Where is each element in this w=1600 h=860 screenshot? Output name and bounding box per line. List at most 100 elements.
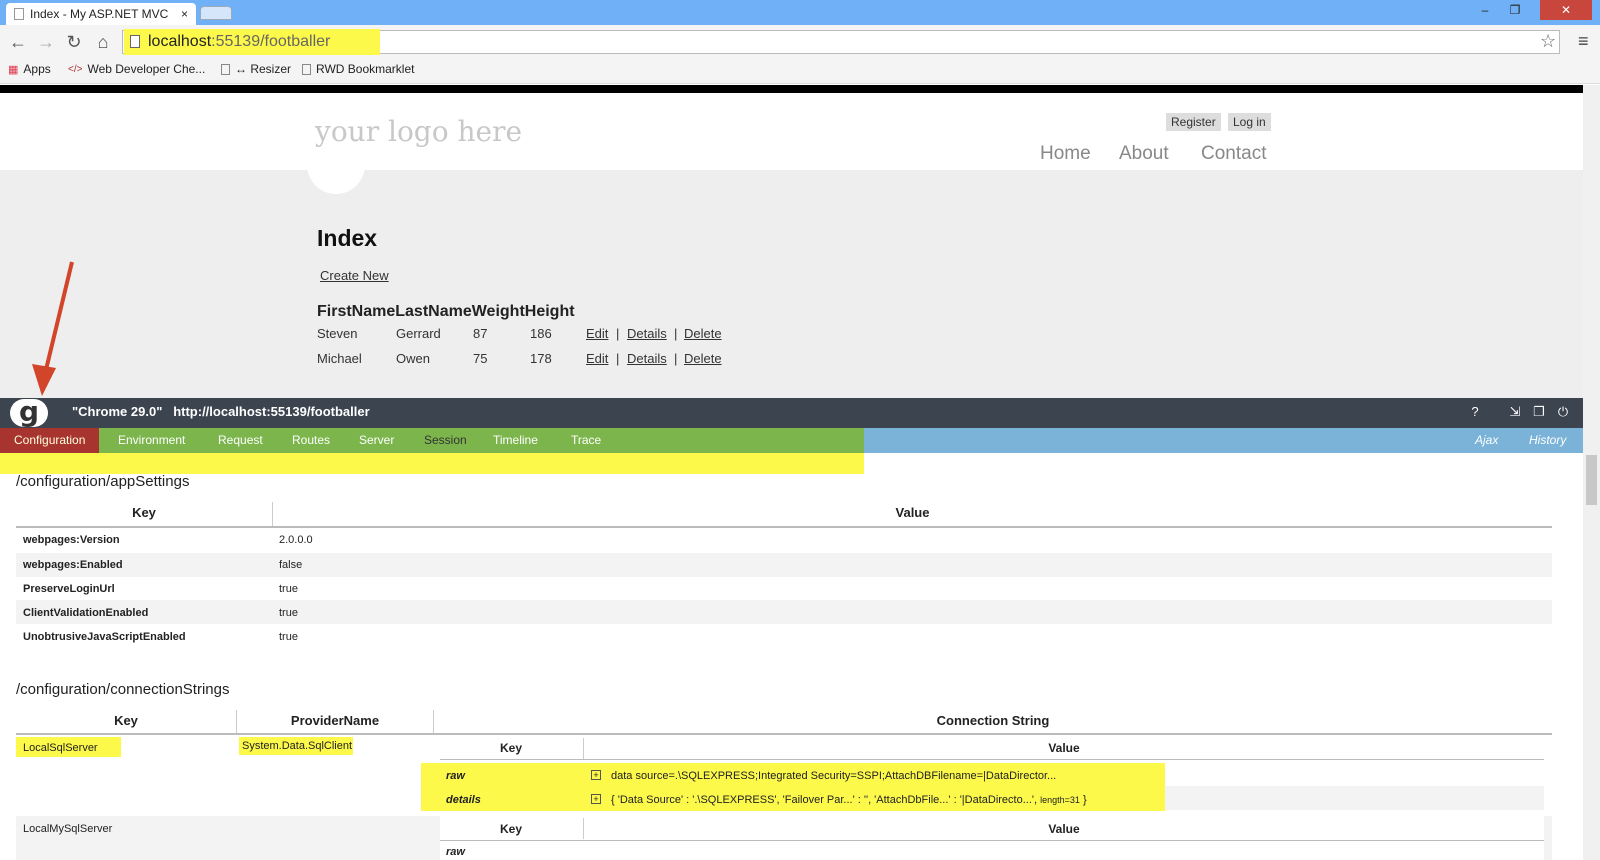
site-header	[0, 93, 1583, 170]
raw-value: data source=.\SQLEXPRESS;Integrated Secu…	[611, 770, 1057, 782]
details-value: { 'Data Source' : '.\SQLEXPRESS', 'Failo…	[611, 794, 1087, 806]
column-divider	[236, 710, 237, 734]
site-logo[interactable]: your logo here	[315, 115, 522, 148]
conn-key: LocalSqlServer	[23, 742, 98, 754]
bookmark-rwd[interactable]: RWD Bookmarklet	[302, 62, 414, 76]
nav-contact[interactable]: Contact	[1201, 143, 1266, 165]
setting-value: true	[279, 607, 298, 619]
tab-close-icon[interactable]: ×	[181, 7, 188, 21]
tab-request[interactable]: Request	[204, 428, 277, 453]
url-text[interactable]: localhost:55139/footballer	[148, 33, 330, 51]
column-divider	[272, 502, 273, 526]
col-lastname: LastName	[395, 303, 472, 320]
minimize-button[interactable]: –	[1470, 0, 1500, 20]
table-header: FirstName LastName Weight Height	[317, 303, 575, 321]
page-title: Index	[317, 225, 378, 251]
register-link[interactable]: Register	[1166, 113, 1221, 131]
code-icon: </>	[68, 63, 83, 75]
sub-value-header: Value	[1048, 822, 1080, 836]
login-link[interactable]: Log in	[1228, 113, 1271, 131]
raw-label: raw	[446, 846, 465, 858]
power-icon[interactable]: ⏻	[1554, 404, 1572, 420]
glimpse-logo-icon[interactable]: g	[10, 398, 48, 427]
tab-trace[interactable]: Trace	[557, 428, 615, 453]
setting-key: webpages:Version	[23, 534, 120, 546]
page-icon	[302, 63, 311, 75]
home-icon[interactable]: ⌂	[93, 32, 113, 52]
row-stripe	[16, 553, 1552, 577]
bookmark-apps[interactable]: ▦ Apps	[8, 62, 51, 76]
details-link[interactable]: Details	[627, 351, 667, 366]
column-divider	[583, 818, 584, 839]
forward-arrow-icon[interactable]: →	[36, 32, 56, 52]
title-bar	[0, 0, 1600, 25]
help-icon[interactable]: ?	[1466, 404, 1484, 419]
tab-history[interactable]: History	[1529, 428, 1566, 453]
header-rule	[16, 733, 1552, 735]
nav-home[interactable]: Home	[1040, 143, 1091, 165]
setting-value: true	[279, 583, 298, 595]
back-arrow-icon[interactable]: ←	[8, 32, 28, 52]
header-rule	[440, 840, 1544, 841]
column-divider	[583, 738, 584, 759]
conn-provider-header: ProviderName	[290, 713, 380, 728]
popout-icon[interactable]: ⇲	[1506, 404, 1524, 420]
expand-icon[interactable]: +	[591, 794, 601, 804]
scrollbar-thumb[interactable]	[1586, 455, 1597, 505]
setting-key: webpages:Enabled	[23, 559, 123, 571]
tab-routes[interactable]: Routes	[278, 428, 344, 453]
edit-link[interactable]: Edit	[586, 326, 608, 341]
row-stripe	[16, 600, 1552, 624]
tab-timeline[interactable]: Timeline	[479, 428, 552, 453]
sub-key-header: Key	[499, 741, 522, 755]
tab-session[interactable]: Session	[410, 428, 481, 453]
connstrings-title: /configuration/connectionStrings	[16, 681, 230, 698]
header-rule	[440, 759, 1544, 760]
tab-server[interactable]: Server	[345, 428, 408, 453]
conn-provider: System.Data.SqlClient	[242, 740, 353, 752]
site-body	[0, 170, 1583, 398]
menu-icon[interactable]: ≡	[1578, 31, 1589, 52]
annotation-arrow-icon	[32, 261, 74, 396]
tab-configuration[interactable]: Configuration	[0, 428, 100, 453]
glimpse-title: "Chrome 29.0" http://localhost:55139/foo…	[72, 404, 370, 419]
delete-link[interactable]: Delete	[684, 326, 722, 341]
page-icon	[14, 8, 24, 20]
page-icon	[130, 35, 140, 48]
maximize-button[interactable]: ❐	[1500, 0, 1530, 20]
setting-value: false	[279, 559, 303, 571]
new-tab-button[interactable]	[200, 6, 232, 20]
tab-environment[interactable]: Environment	[104, 428, 199, 453]
appsettings-key-header: Key	[132, 505, 156, 520]
create-new-link[interactable]: Create New	[320, 268, 389, 283]
setting-value: 2.0.0.0	[279, 534, 313, 546]
col-weight: Weight	[471, 303, 525, 320]
bookmark-webdev[interactable]: </> Web Developer Che...	[68, 62, 205, 76]
delete-link[interactable]: Delete	[684, 351, 722, 366]
browser-tab[interactable]: Index - My ASP.NET MVC ×	[6, 3, 196, 25]
page-icon	[221, 63, 230, 75]
setting-value: true	[279, 631, 298, 643]
details-label: details	[446, 794, 481, 806]
bookmark-star-icon[interactable]: ☆	[1540, 31, 1556, 52]
tab-title: Index - My ASP.NET MVC	[30, 7, 169, 21]
expand-icon[interactable]: +	[591, 770, 601, 780]
setting-key: UnobtrusiveJavaScriptEnabled	[23, 631, 186, 643]
restore-icon[interactable]: ❐	[1530, 404, 1548, 420]
edit-link[interactable]: Edit	[586, 351, 608, 366]
page-top-bar	[0, 85, 1583, 93]
bookmark-resizer[interactable]: ↔ Resizer	[221, 62, 291, 76]
col-height: Height	[524, 303, 575, 320]
tab-ajax[interactable]: Ajax	[1475, 428, 1498, 453]
close-window-button[interactable]: ✕	[1540, 0, 1592, 20]
appsettings-title: /configuration/appSettings	[16, 473, 190, 490]
reload-icon[interactable]: ↻	[64, 32, 84, 52]
sub-key-header: Key	[499, 822, 522, 836]
sub-value-header: Value	[1048, 741, 1080, 755]
nav-about[interactable]: About	[1119, 143, 1169, 165]
setting-key: PreserveLoginUrl	[23, 583, 115, 595]
conn-string-header: Connection String	[936, 713, 1050, 728]
col-firstname: FirstName	[317, 303, 396, 320]
details-link[interactable]: Details	[627, 326, 667, 341]
appsettings-value-header: Value	[895, 505, 930, 520]
